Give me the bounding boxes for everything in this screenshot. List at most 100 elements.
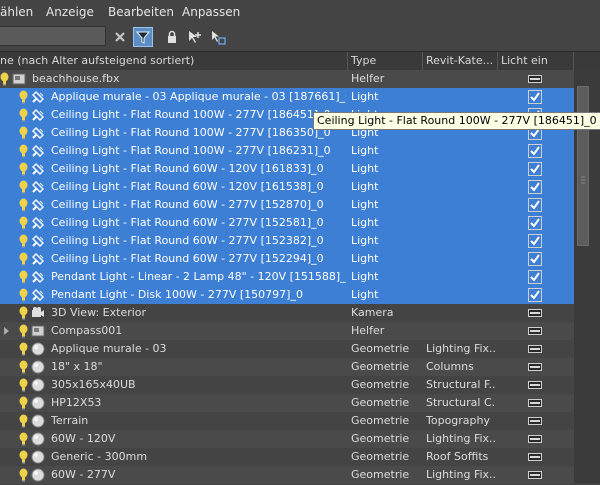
row-revit-category <box>426 142 496 160</box>
tree-row[interactable]: Compass001 Helfer <box>0 322 574 340</box>
row-name: Ceiling Light - Flat Round 100W - 277V [… <box>51 126 331 139</box>
geometry-icon <box>31 432 45 446</box>
light-on-checkbox[interactable] <box>528 162 542 176</box>
light-bulb-icon[interactable] <box>19 252 28 266</box>
row-revit-category <box>426 250 496 268</box>
light-na-indicator[interactable] <box>528 396 542 410</box>
light-na-indicator[interactable] <box>528 324 542 338</box>
light-na-indicator[interactable] <box>528 414 542 428</box>
row-type: Light <box>351 288 379 301</box>
light-icon <box>31 90 45 104</box>
light-bulb-icon[interactable] <box>19 180 28 194</box>
light-bulb-icon[interactable] <box>19 414 28 428</box>
light-on-checkbox[interactable] <box>528 180 542 194</box>
light-bulb-icon[interactable] <box>19 468 28 482</box>
link-select-icon[interactable] <box>208 27 228 47</box>
light-na-indicator[interactable] <box>528 342 542 356</box>
light-bulb-icon[interactable] <box>19 378 28 392</box>
light-bulb-icon[interactable] <box>19 270 28 284</box>
tree-row[interactable]: 60W - 277V Geometrie Lighting Fix... <box>0 466 574 484</box>
light-on-checkbox[interactable] <box>528 288 542 302</box>
row-type: Light <box>351 270 379 283</box>
light-on-checkbox[interactable] <box>528 234 542 248</box>
tree-row[interactable]: 3D View: Exterior Kamera <box>0 304 574 322</box>
light-bulb-icon[interactable] <box>19 162 28 176</box>
light-bulb-icon[interactable] <box>19 432 28 446</box>
light-on-checkbox[interactable] <box>528 144 542 158</box>
col-revit-category[interactable]: Revit-Kate... <box>423 52 498 70</box>
light-bulb-icon[interactable] <box>19 288 28 302</box>
light-on-checkbox[interactable] <box>528 90 542 104</box>
light-on-checkbox[interactable] <box>528 270 542 284</box>
light-bulb-icon[interactable] <box>19 360 28 374</box>
lock-icon[interactable] <box>162 27 182 47</box>
light-bulb-icon[interactable] <box>19 144 28 158</box>
light-bulb-icon[interactable] <box>19 450 28 464</box>
tree-row[interactable]: Pendant Light - Disk 100W - 277V [150797… <box>0 286 574 304</box>
filter-icon[interactable] <box>133 27 153 47</box>
tree-row[interactable]: Ceiling Light - Flat Round 60W - 277V [1… <box>0 232 574 250</box>
tree-row[interactable]: Applique murale - 03 Geometrie Lighting Fi… <box>0 340 574 358</box>
light-na-indicator[interactable] <box>528 378 542 392</box>
tree-row[interactable]: Ceiling Light - Flat Round 60W - 277V [1… <box>0 250 574 268</box>
light-bulb-icon[interactable] <box>0 72 9 86</box>
row-type: Light <box>351 144 379 157</box>
light-na-indicator[interactable] <box>528 306 542 320</box>
light-bulb-icon[interactable] <box>19 342 28 356</box>
light-on-checkbox[interactable] <box>528 252 542 266</box>
row-type: Helfer <box>351 72 385 85</box>
menu-edit[interactable]: Bearbeiten <box>108 5 174 19</box>
tree-row[interactable]: Ceiling Light - Flat Round 60W - 277V [1… <box>0 196 574 214</box>
row-type: Light <box>351 252 379 265</box>
light-bulb-icon[interactable] <box>19 234 28 248</box>
light-bulb-icon[interactable] <box>19 324 28 338</box>
tree-row[interactable]: Ceiling Light - Flat Round 60W - 277V [1… <box>0 214 574 232</box>
row-name: Ceiling Light - Flat Round 100W - 277V [… <box>51 144 331 157</box>
menu-view[interactable]: Anzeige <box>46 5 94 19</box>
tree-row[interactable]: Applique murale - 03 Applique murale - 0… <box>0 88 574 106</box>
tree-row[interactable]: Ceiling Light - Flat Round 60W - 120V [1… <box>0 178 574 196</box>
expand-arrow-icon[interactable] <box>4 327 9 335</box>
tree-row[interactable]: HP12X53 Geometrie Structural C... <box>0 394 574 412</box>
light-na-indicator[interactable] <box>528 360 542 374</box>
row-type: Light <box>351 90 379 103</box>
row-name: Ceiling Light - Flat Round 60W - 120V [1… <box>51 162 324 175</box>
menu-select[interactable]: ählen <box>0 5 33 19</box>
col-light-on[interactable]: Licht ein <box>498 52 574 70</box>
tree-row[interactable]: 305x165x40UB Geometrie Structural F... <box>0 376 574 394</box>
tree-row[interactable]: 18" x 18" Geometrie Columns <box>0 358 574 376</box>
tree-row[interactable]: Terrain Geometrie Topography <box>0 412 574 430</box>
tree-row[interactable]: Ceiling Light - Flat Round 60W - 120V [1… <box>0 160 574 178</box>
light-bulb-icon[interactable] <box>19 216 28 230</box>
clear-icon[interactable] <box>110 27 130 47</box>
add-select-icon[interactable] <box>185 27 205 47</box>
scrollbar-thumb[interactable] <box>577 86 589 246</box>
row-revit-category <box>426 178 496 196</box>
row-name: Terrain <box>51 414 89 427</box>
light-on-checkbox[interactable] <box>528 198 542 212</box>
light-bulb-icon[interactable] <box>19 90 28 104</box>
light-on-checkbox[interactable] <box>528 216 542 230</box>
light-bulb-icon[interactable] <box>19 108 28 122</box>
col-type[interactable]: Type <box>348 52 423 70</box>
light-bulb-icon[interactable] <box>19 306 28 320</box>
tree-row[interactable]: Pendant Light - Linear - 2 Lamp 48" - 12… <box>0 268 574 286</box>
camera-icon <box>31 306 45 320</box>
col-name[interactable]: ne (nach Alter aufsteigend sortiert) <box>0 52 348 70</box>
light-na-indicator[interactable] <box>528 468 542 482</box>
geometry-icon <box>31 396 45 410</box>
tree-row[interactable]: 60W - 120V Geometrie Lighting Fix... <box>0 430 574 448</box>
tree-row[interactable]: beachhouse.fbx Helfer <box>0 70 574 88</box>
menu-customize[interactable]: Anpassen <box>182 5 240 19</box>
search-input[interactable] <box>0 26 106 46</box>
row-revit-category: Structural F... <box>426 378 496 391</box>
tree-row[interactable]: Ceiling Light - Flat Round 100W - 277V [… <box>0 142 574 160</box>
row-type: Geometrie <box>351 378 410 391</box>
light-bulb-icon[interactable] <box>19 198 28 212</box>
light-bulb-icon[interactable] <box>19 396 28 410</box>
light-na-indicator[interactable] <box>528 72 542 86</box>
tree-row[interactable]: Generic - 300mm Geometrie Roof Soffits <box>0 448 574 466</box>
light-na-indicator[interactable] <box>528 432 542 446</box>
light-na-indicator[interactable] <box>528 450 542 464</box>
light-bulb-icon[interactable] <box>19 126 28 140</box>
